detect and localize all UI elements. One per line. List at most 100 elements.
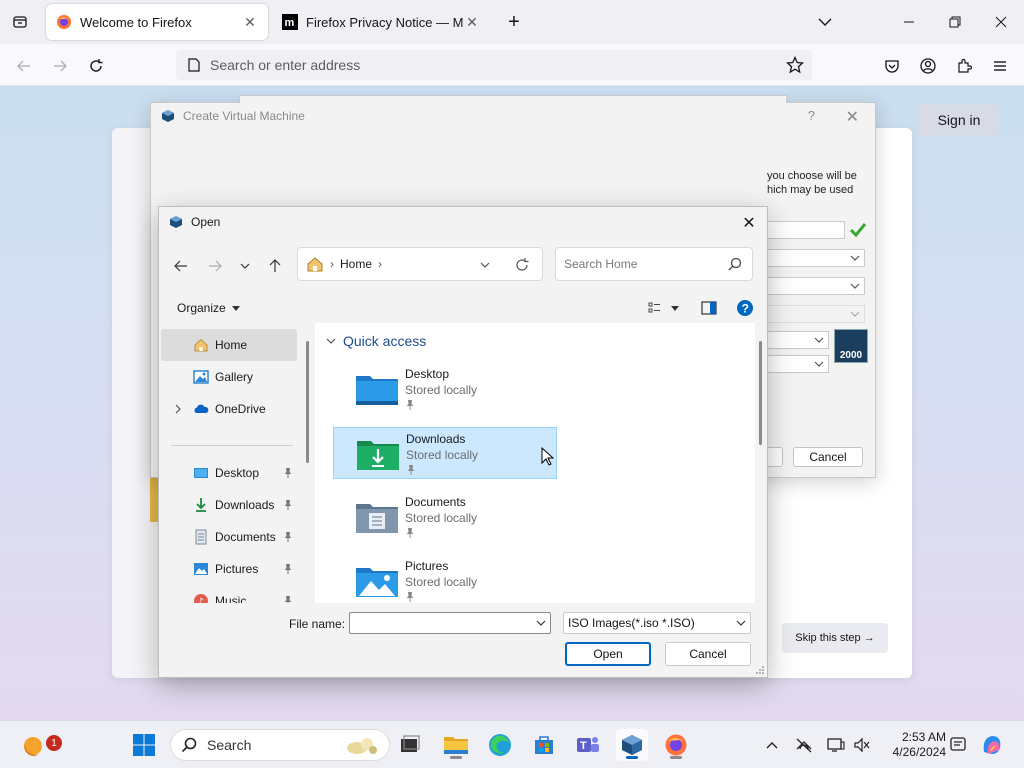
clock[interactable]: 2:53 AM 4/26/2024 [886, 730, 946, 760]
file-list-scrollbar[interactable] [759, 341, 762, 445]
address-bar[interactable]: › Home › [297, 247, 543, 281]
display-button[interactable] [826, 735, 846, 755]
pin-icon [284, 500, 292, 510]
help-button[interactable]: ? [735, 299, 755, 317]
arrow-right-icon [54, 60, 67, 72]
folder-pictures[interactable]: Pictures Stored locally [333, 555, 557, 603]
preview-pane-icon [701, 301, 717, 315]
restore-button[interactable] [932, 8, 978, 36]
nav-item-downloads[interactable]: Downloads [161, 489, 297, 521]
firefox-button[interactable] [660, 729, 692, 761]
copilot-button[interactable] [976, 729, 1008, 761]
account-button[interactable] [914, 52, 942, 80]
nav-label: OneDrive [215, 402, 266, 416]
folder-documents[interactable]: Documents Stored locally [333, 491, 557, 543]
vm-dialog-edge [239, 95, 787, 103]
task-view-button[interactable] [394, 729, 426, 761]
search-input[interactable] [556, 248, 716, 280]
close-dialog-button[interactable]: ✕ [739, 213, 759, 233]
bookmark-star-icon[interactable] [786, 56, 804, 74]
vm-version-select[interactable] [767, 355, 829, 373]
back-button[interactable] [169, 255, 193, 277]
virtualbox-icon [162, 110, 174, 122]
restore-icon [949, 16, 961, 28]
music-icon: ♪ [194, 594, 208, 603]
edge-button[interactable] [484, 729, 516, 761]
extensions-button[interactable] [950, 52, 978, 80]
desktop-folder-icon [356, 376, 398, 405]
taskbar-search[interactable]: Search [170, 729, 390, 761]
url-input[interactable] [210, 57, 770, 73]
close-tab-icon[interactable]: ✕ [242, 14, 258, 30]
recent-locations-button[interactable] [233, 255, 257, 277]
tab-privacy-notice[interactable]: m Firefox Privacy Notice — Mozill ✕ [272, 4, 490, 40]
nav-item-home[interactable]: Home [161, 329, 297, 361]
chevron-down-icon[interactable] [478, 258, 492, 272]
open-button[interactable]: Open [565, 642, 651, 666]
vm-folder-select[interactable] [767, 249, 865, 267]
organize-label: Organize [177, 301, 226, 315]
network-status-button[interactable] [794, 735, 814, 755]
forward-button[interactable] [203, 255, 227, 277]
help-button[interactable]: ? [808, 108, 815, 123]
file-type-select[interactable]: ISO Images(*.iso *.ISO) [563, 612, 751, 634]
store-button[interactable] [528, 729, 560, 761]
vm-dialog-close-icon[interactable]: ✕ [846, 107, 859, 127]
back-button[interactable] [10, 52, 38, 80]
list-all-tabs-button[interactable] [814, 12, 836, 32]
nav-item-gallery[interactable]: Gallery [161, 361, 297, 393]
chevron-right-icon[interactable] [173, 403, 183, 415]
tab-list-button[interactable] [8, 10, 32, 34]
pocket-button[interactable] [878, 52, 906, 80]
close-window-button[interactable] [978, 8, 1024, 36]
svg-text:♪: ♪ [198, 597, 204, 603]
nav-item-desktop[interactable]: Desktop [161, 457, 297, 489]
quick-access-header[interactable]: Quick access [325, 333, 426, 349]
refresh-icon[interactable] [514, 257, 530, 273]
folder-desktop[interactable]: Desktop Stored locally [333, 363, 557, 415]
reload-button[interactable] [82, 52, 110, 80]
forward-button[interactable] [46, 52, 74, 80]
breadcrumb-home[interactable]: Home [340, 257, 372, 271]
file-name-field[interactable] [349, 612, 551, 634]
nav-scrollbar[interactable] [306, 341, 309, 463]
chevron-down-icon[interactable] [536, 618, 546, 628]
organize-menu[interactable]: Organize [177, 301, 240, 315]
up-button[interactable] [263, 255, 287, 277]
tab-welcome[interactable]: Welcome to Firefox ✕ [46, 4, 268, 40]
volume-button[interactable] [852, 735, 872, 755]
vm-iso-select[interactable] [767, 277, 865, 295]
folder-status: Stored locally [405, 511, 478, 525]
change-view-button[interactable] [647, 299, 681, 317]
cancel-button[interactable]: Cancel [665, 642, 751, 666]
url-bar[interactable] [176, 50, 812, 80]
vm-name-field[interactable] [767, 221, 845, 239]
nav-label: Documents [215, 530, 276, 544]
resize-grip-icon[interactable] [755, 665, 765, 675]
file-explorer-button[interactable] [440, 729, 472, 761]
skip-step-button[interactable]: Skip this step → [782, 623, 888, 653]
notifications-button[interactable] [948, 735, 968, 755]
reload-icon [90, 59, 103, 72]
search-box[interactable] [555, 247, 753, 281]
nav-item-documents[interactable]: Documents [161, 521, 297, 553]
sign-in-button[interactable]: Sign in [918, 104, 1000, 136]
preview-pane-button[interactable] [699, 299, 719, 317]
minimize-button[interactable] [886, 8, 932, 36]
close-tab-icon[interactable]: ✕ [464, 14, 480, 30]
start-button[interactable] [128, 729, 160, 761]
show-hidden-icons-button[interactable] [762, 735, 782, 755]
folder-downloads[interactable]: Downloads Stored locally [333, 427, 557, 479]
nav-item-music[interactable]: ♪ Music [161, 585, 297, 603]
teams-button[interactable]: T [572, 729, 604, 761]
vm-edition-select[interactable] [767, 305, 865, 323]
vm-type-select[interactable] [767, 331, 829, 349]
new-tab-button[interactable]: + [502, 10, 526, 34]
navigation-pane: Home Gallery OneDrive Desktop Downloads … [161, 323, 305, 603]
widgets-button[interactable]: 1 [16, 729, 62, 761]
vm-cancel-button[interactable]: Cancel [793, 447, 863, 467]
nav-item-pictures[interactable]: Pictures [161, 553, 297, 585]
nav-item-onedrive[interactable]: OneDrive [161, 393, 297, 425]
menu-button[interactable] [986, 52, 1014, 80]
virtualbox-button[interactable] [616, 729, 648, 761]
